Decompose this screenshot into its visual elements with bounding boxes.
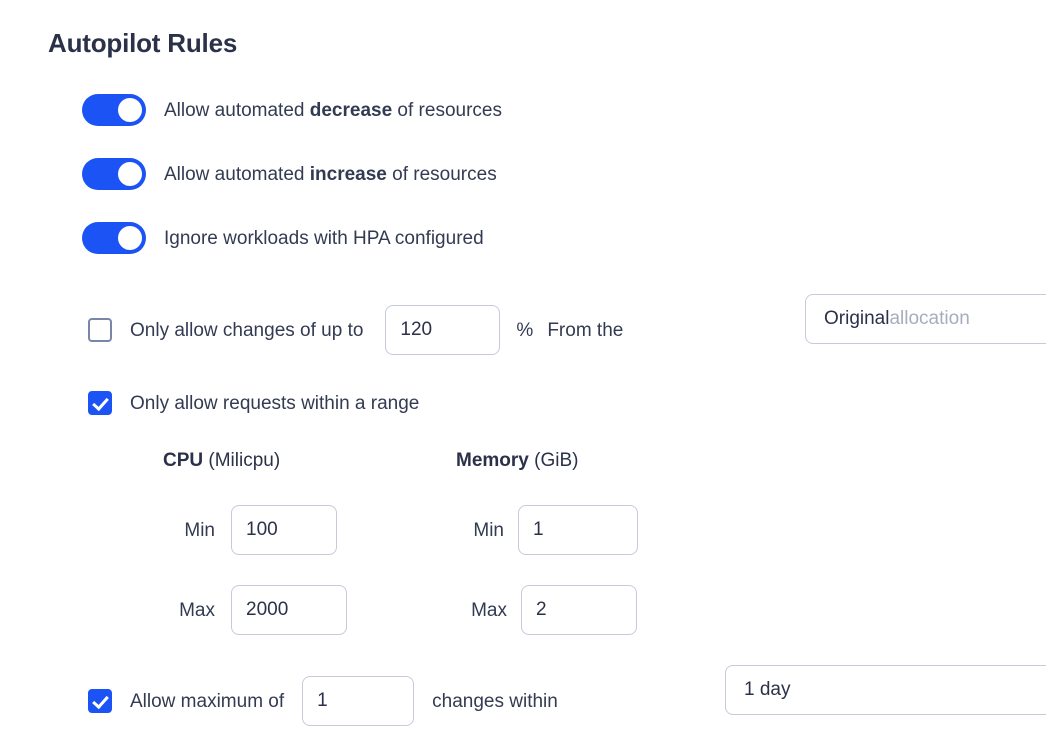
memory-column-unit: (GiB) xyxy=(534,450,579,471)
toggle-knob-icon xyxy=(118,98,142,122)
toggle-allow-automated-increase[interactable] xyxy=(82,158,146,190)
toggle-label-text-suffix: of resources xyxy=(386,163,497,185)
memory-min-label: Min xyxy=(473,519,504,541)
change-limit-percent-input[interactable]: 120 xyxy=(385,305,501,355)
page-title: Autopilot Rules xyxy=(48,28,238,58)
change-frequency-count-input[interactable]: 1 xyxy=(302,676,415,726)
toggle-ignore-hpa-workloads[interactable] xyxy=(82,222,146,254)
change-limit-source-select[interactable]: Original allocation xyxy=(805,294,1046,344)
change-limit-label: Only allow changes of up to xyxy=(130,319,364,341)
change-limit-row: Only allow changes of up to 120 % From t… xyxy=(88,305,623,355)
cpu-min-label: Min xyxy=(184,519,215,541)
autopilot-rules-panel: Autopilot Rules Allow automated decrease… xyxy=(0,0,1046,752)
cpu-column-title: CPU xyxy=(163,450,204,471)
change-frequency-checkbox[interactable] xyxy=(88,689,112,713)
range-checkbox[interactable] xyxy=(88,391,112,415)
change-limit-checkbox[interactable] xyxy=(88,318,112,342)
memory-column-title: Memory xyxy=(456,450,529,471)
change-limit-source-value: Original xyxy=(824,308,890,329)
memory-max-label: Max xyxy=(471,599,507,621)
toggle-knob-icon xyxy=(118,162,142,186)
cpu-max-input[interactable]: 2000 xyxy=(231,585,347,635)
toggle-label-text-strong: decrease xyxy=(309,99,393,121)
toggle-label-text-prefix: Allow automated xyxy=(164,99,310,121)
cpu-column-header: CPU (Milicpu) xyxy=(163,450,280,472)
memory-max-input[interactable]: 2 xyxy=(521,585,637,635)
change-frequency-row: Allow maximum of 1 changes within xyxy=(88,676,558,726)
memory-min-input[interactable]: 1 xyxy=(518,505,638,555)
memory-max-row: Max 2 xyxy=(450,585,637,635)
memory-min-row: Min 1 xyxy=(452,505,638,555)
change-frequency-period-select[interactable]: 1 day xyxy=(725,665,1046,715)
toggle-row-ignore-hpa-workloads[interactable]: Ignore workloads with HPA configured xyxy=(82,222,484,254)
toggle-label-text-prefix: Allow automated xyxy=(164,163,310,185)
toggle-knob-icon xyxy=(118,226,142,250)
toggle-label-allow-automated-decrease: Allow automated decrease of resources xyxy=(164,101,502,120)
change-frequency-prefix-label: Allow maximum of xyxy=(130,690,285,712)
cpu-min-input[interactable]: 100 xyxy=(231,505,337,555)
change-limit-from-label: From the xyxy=(547,319,624,341)
cpu-min-row: Min 100 xyxy=(163,505,337,555)
cpu-max-label: Max xyxy=(179,599,215,621)
range-label: Only allow requests within a range xyxy=(130,392,420,414)
toggle-label-text-strong: increase xyxy=(309,163,387,185)
range-row: Only allow requests within a range xyxy=(88,391,419,415)
memory-column-header: Memory (GiB) xyxy=(456,450,578,472)
toggle-row-allow-automated-increase[interactable]: Allow automated increase of resources xyxy=(82,158,497,190)
toggle-label-ignore-hpa-workloads: Ignore workloads with HPA configured xyxy=(164,229,484,248)
cpu-column-unit: (Milicpu) xyxy=(208,450,281,471)
change-limit-source-value-muted: allocation xyxy=(889,308,970,329)
toggle-allow-automated-decrease[interactable] xyxy=(82,94,146,126)
toggle-label-text-prefix: Ignore workloads with HPA configured xyxy=(164,227,484,249)
change-limit-unit-label: % xyxy=(516,319,534,341)
cpu-max-row: Max 2000 xyxy=(158,585,347,635)
toggle-label-text-suffix: of resources xyxy=(392,99,502,121)
toggle-label-allow-automated-increase: Allow automated increase of resources xyxy=(164,165,497,184)
toggle-row-allow-automated-decrease[interactable]: Allow automated decrease of resources xyxy=(82,94,502,126)
change-frequency-suffix-label: changes within xyxy=(432,690,558,712)
